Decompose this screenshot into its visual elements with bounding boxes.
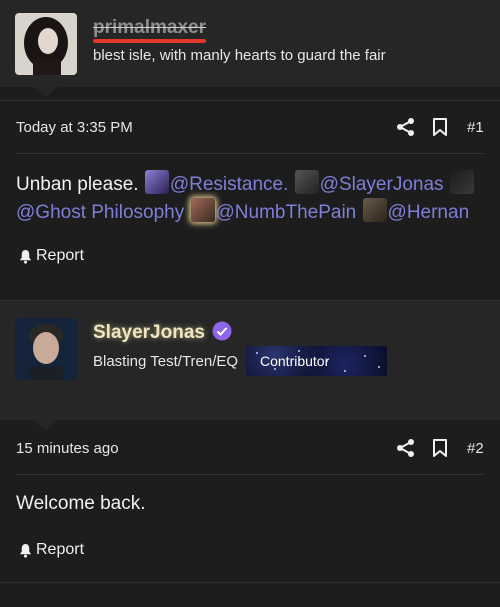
post-2-user-block: SlayerJonas Blasting Test/Tren/EQ Contri…	[0, 301, 500, 420]
mention-link[interactable]: @SlayerJonas	[320, 174, 444, 195]
user-block-pointer	[35, 87, 57, 97]
divider	[0, 582, 500, 583]
meta-divider	[16, 474, 484, 475]
mention-link[interactable]: @Hernan	[388, 202, 470, 223]
mention-avatar	[294, 170, 319, 194]
avatar[interactable]	[15, 13, 77, 75]
post-timestamp[interactable]: 15 minutes ago	[16, 440, 119, 457]
post-1-user-block: primalmaxer blest isle, with manly heart…	[0, 0, 500, 87]
meta-divider	[16, 153, 484, 154]
report-button[interactable]: Report	[18, 541, 84, 559]
username[interactable]: primalmaxer	[93, 17, 206, 39]
post-content: Unban please. @Resistance. @SlayerJonas …	[16, 170, 486, 226]
content-text: Unban please.	[16, 174, 139, 195]
verified-icon	[212, 321, 232, 341]
mention-link[interactable]: @Ghost Philosophy	[16, 202, 184, 223]
mention-avatar	[144, 170, 169, 194]
contributor-badge: Contributor	[246, 346, 387, 376]
mention-avatar	[362, 198, 387, 222]
mention-avatar	[449, 170, 474, 194]
divider	[0, 100, 500, 101]
mention-link[interactable]: @Resistance.	[170, 174, 289, 195]
post-number[interactable]: #2	[467, 440, 484, 457]
user-title: blest isle, with manly hearts to guard t…	[93, 47, 386, 64]
report-label: Report	[36, 541, 85, 558]
bell-icon	[19, 543, 32, 558]
content-text: Welcome back.	[16, 493, 146, 514]
mention-link[interactable]: @NumbThePain	[216, 202, 357, 223]
badge-label: Contributor	[260, 353, 330, 369]
share-icon[interactable]	[396, 117, 416, 137]
mention-avatar	[190, 198, 215, 222]
avatar[interactable]	[15, 318, 77, 380]
bookmark-icon[interactable]	[430, 438, 450, 458]
bookmark-icon[interactable]	[430, 117, 450, 137]
post-timestamp[interactable]: Today at 3:35 PM	[16, 119, 133, 136]
username[interactable]: SlayerJonas	[93, 322, 205, 344]
post-content: Welcome back.	[16, 490, 486, 517]
bell-icon	[19, 249, 32, 264]
report-label: Report	[36, 247, 85, 264]
report-button[interactable]: Report	[18, 247, 84, 265]
share-icon[interactable]	[396, 438, 416, 458]
post-number[interactable]: #1	[467, 119, 484, 136]
user-block-pointer	[35, 420, 57, 430]
user-title: Blasting Test/Tren/EQ	[93, 353, 239, 370]
username-underline	[93, 39, 206, 43]
